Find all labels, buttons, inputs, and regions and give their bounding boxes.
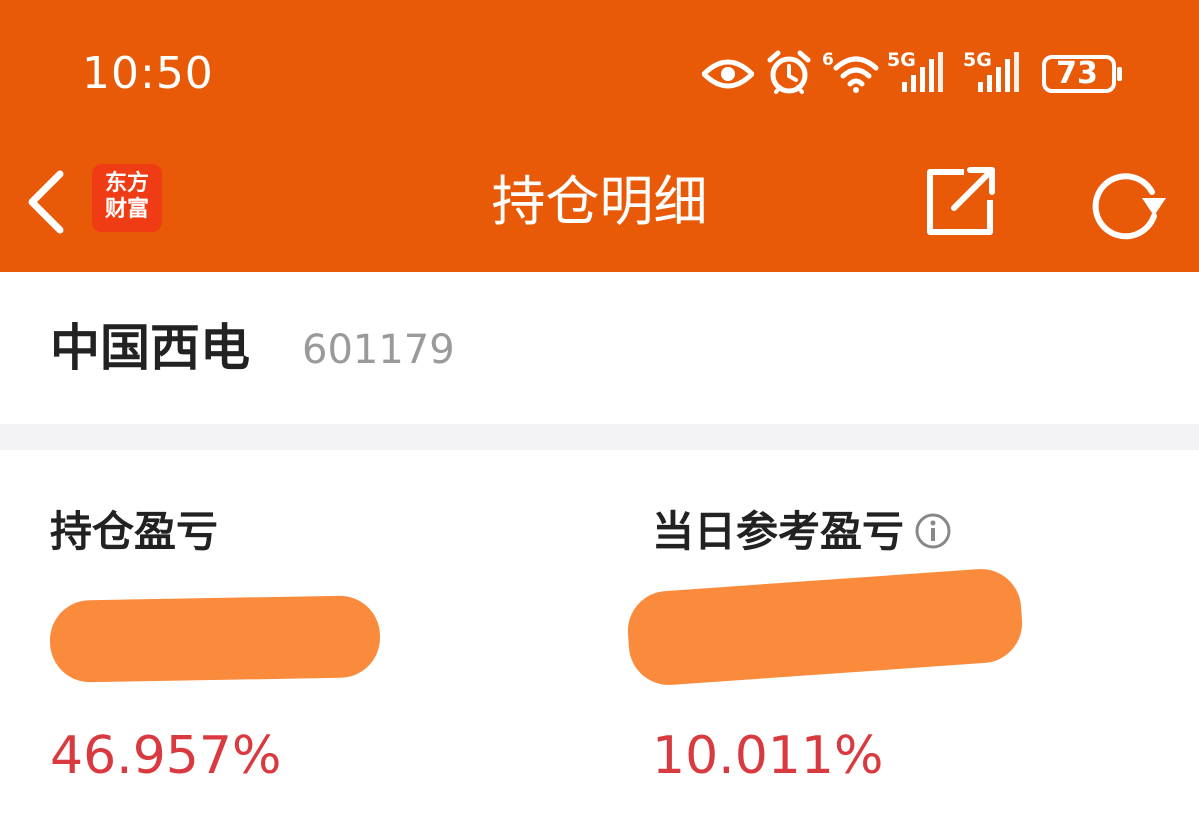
position-pnl-percent: 46.957% <box>50 726 282 786</box>
position-pnl-label: 持仓盈亏 <box>50 507 219 556</box>
navigation-bar: 东方 财富 持仓明细 <box>0 140 1199 272</box>
app-header: 10:50 6 5G 5G 73 东方 财富 持仓明细 <box>0 0 1199 272</box>
daily-pnl-percent: 10.011% <box>652 726 884 786</box>
status-time: 10:50 <box>82 48 214 99</box>
alarm-clock-icon <box>767 50 811 94</box>
section-divider <box>0 424 1199 450</box>
stock-name: 中国西电 <box>50 319 250 377</box>
status-bar: 10:50 6 5G 5G 73 <box>0 0 1199 140</box>
page-title: 持仓明细 <box>491 170 708 233</box>
share-external-icon <box>927 167 995 235</box>
pnl-section: 持仓盈亏 46.957% 当日参考盈亏 10.011% <box>0 450 1199 837</box>
info-icon[interactable] <box>914 512 952 550</box>
daily-pnl-card: 当日参考盈亏 10.011% <box>625 450 1199 837</box>
stock-header: 中国西电 601179 <box>0 272 1199 424</box>
stock-code: 601179 <box>302 327 455 373</box>
signal-strength-2-icon <box>978 52 1019 92</box>
position-amount-redaction <box>49 595 381 683</box>
daily-pnl-label: 当日参考盈亏 <box>652 507 905 556</box>
daily-pnl-label-wrap: 当日参考盈亏 <box>652 506 952 558</box>
signal-strength-1-icon <box>902 52 943 92</box>
eye-comfort-icon <box>702 59 754 89</box>
share-button[interactable] <box>920 162 1004 242</box>
battery-level: 73 <box>1056 56 1098 91</box>
refresh-icon <box>1092 173 1166 240</box>
daily-amount-redaction <box>625 566 1025 688</box>
wifi-icon <box>833 56 879 93</box>
refresh-button[interactable] <box>1086 164 1170 244</box>
position-pnl-card: 持仓盈亏 46.957% <box>49 450 610 837</box>
